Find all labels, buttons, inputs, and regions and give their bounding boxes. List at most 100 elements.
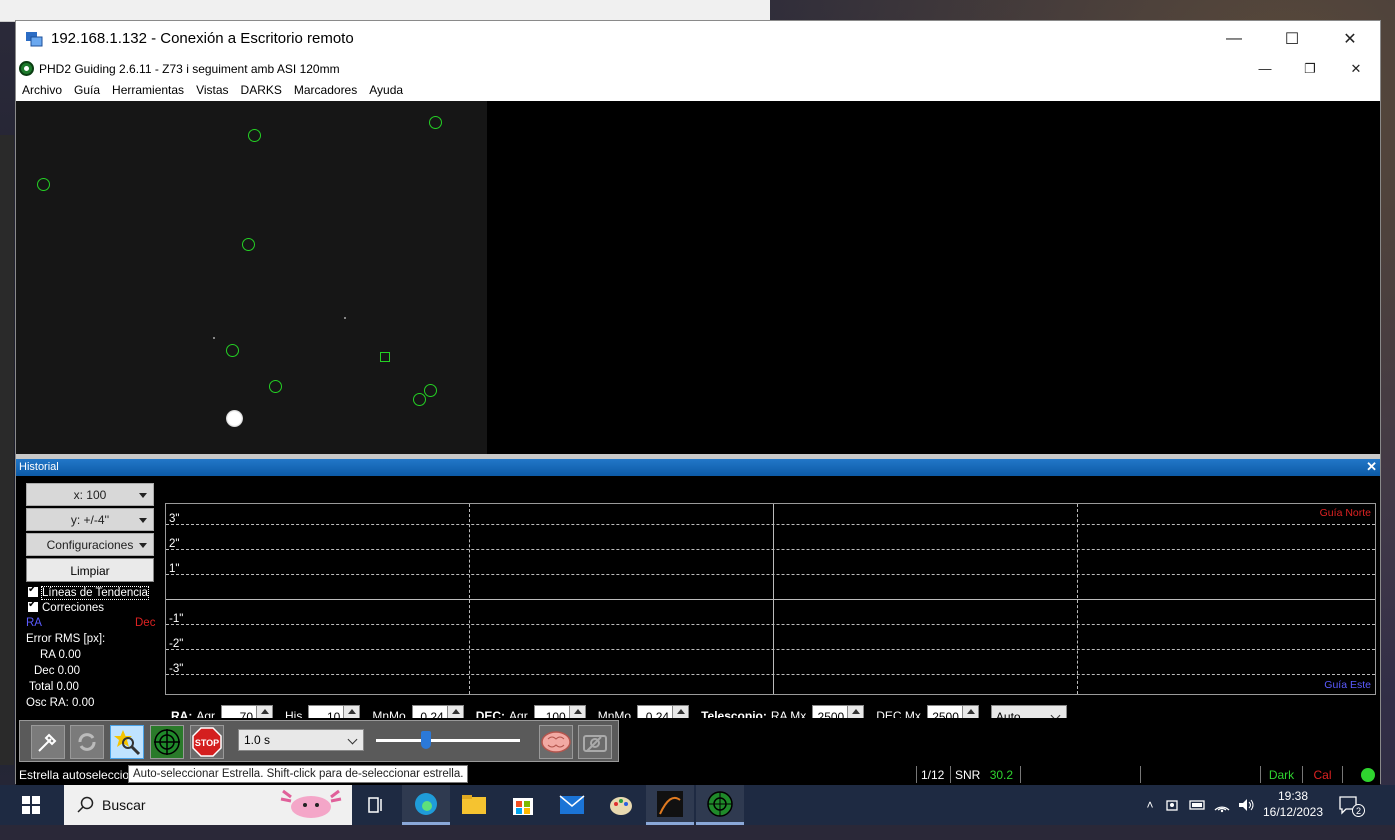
ra-legend: RA: [26, 617, 42, 629]
battery-plug-icon[interactable]: [1188, 796, 1208, 814]
rms-title: Error RMS [px]:: [26, 633, 106, 645]
trend-lines-checkbox[interactable]: Líneas de Tendencia: [28, 584, 149, 600]
store-icon: [513, 798, 533, 815]
gamma-slider-thumb[interactable]: [421, 731, 432, 749]
guide-history-graph[interactable]: 3" 2" 1" -1" -2" -3" Guía Norte Guía Est…: [165, 503, 1376, 695]
exposure-select[interactable]: 1.0 s: [238, 729, 364, 751]
corrections-checkbox[interactable]: Correciones: [28, 599, 104, 614]
status-led-icon: [1361, 768, 1375, 782]
phd2-close-button[interactable]: ✕: [1333, 57, 1379, 80]
star: [213, 337, 215, 339]
taskbar-astro-app[interactable]: [646, 785, 694, 825]
taskbar-paint[interactable]: [597, 785, 645, 825]
history-panel: x: 100 y: +/-4'' Configuraciones Limpiar…: [16, 476, 1380, 727]
remote-desktop-icon: [26, 32, 43, 47]
taskbar-clock[interactable]: 19:38 16/12/2023: [1258, 788, 1328, 820]
notification-center-button[interactable]: 2: [1338, 785, 1365, 825]
star-candidate-marker: [242, 238, 255, 251]
settings-label: Configuraciones: [46, 538, 134, 552]
auto-select-star-button[interactable]: [110, 725, 144, 759]
windows-logo-icon: [22, 796, 40, 814]
minimize-button[interactable]: —: [1205, 21, 1263, 57]
advanced-settings-button[interactable]: [539, 725, 573, 759]
menu-darks[interactable]: DARKS: [235, 80, 288, 101]
menu-herramientas[interactable]: Herramientas: [106, 80, 190, 101]
dark-indicator: Dark: [1260, 766, 1302, 783]
star-candidate-marker: [424, 384, 437, 397]
phd2-title: PHD2 Guiding 2.6.11 - Z73 i seguiment am…: [39, 62, 340, 76]
paint-icon: [610, 797, 632, 815]
menu-vistas[interactable]: Vistas: [190, 80, 234, 101]
maximize-button[interactable]: ☐: [1263, 21, 1321, 57]
phd2-titlebar: PHD2 Guiding 2.6.11 - Z73 i seguiment am…: [16, 57, 1380, 80]
taskbar-search[interactable]: Buscar: [64, 785, 352, 825]
camera-settings-button[interactable]: [578, 725, 612, 759]
meet-now-icon[interactable]: [1164, 796, 1184, 814]
stop-icon: STOP: [192, 727, 222, 757]
task-view-button[interactable]: [352, 785, 400, 825]
trend-lines-label: Líneas de Tendencia: [41, 586, 149, 600]
x-scale-dropdown[interactable]: x: 100: [26, 483, 154, 506]
corrections-label: Correciones: [42, 602, 104, 614]
menu-marcadores[interactable]: Marcadores: [288, 80, 363, 101]
taskbar-edge[interactable]: [402, 785, 450, 825]
gridline: [166, 574, 1375, 575]
menu-ayuda[interactable]: Ayuda: [363, 80, 409, 101]
menu-archivo[interactable]: Archivo: [16, 80, 68, 101]
y-scale-value: y: +/-4'': [70, 513, 110, 527]
loop-icon: [78, 733, 96, 751]
brain-icon: [541, 731, 571, 753]
tooltip: Auto-seleccionar Estrella. Shift-click p…: [128, 765, 469, 783]
chevron-down-icon: [139, 543, 147, 548]
loop-button[interactable]: [70, 725, 104, 759]
usb-connect-icon: [38, 733, 57, 752]
search-icon: [77, 796, 94, 813]
wifi-icon[interactable]: [1212, 796, 1232, 814]
gridline-vertical-center: [773, 504, 774, 694]
y-scale-dropdown[interactable]: y: +/-4'': [26, 508, 154, 531]
taskbar-store[interactable]: [499, 785, 547, 825]
snr-value: 30.2: [989, 768, 1014, 782]
status-cell-empty: [1140, 766, 1260, 783]
star-candidate-marker: [269, 380, 282, 393]
settings-dropdown[interactable]: Configuraciones: [26, 533, 154, 556]
phd2-restore-button[interactable]: ❐: [1287, 57, 1333, 80]
checkbox-checked-icon: [28, 599, 38, 612]
phd2-minimize-button[interactable]: —: [1242, 57, 1288, 80]
start-button[interactable]: [0, 785, 62, 825]
taskbar-phd2[interactable]: [696, 785, 744, 825]
usb-connect-button[interactable]: [31, 725, 65, 759]
close-button[interactable]: ✕: [1321, 21, 1379, 57]
cal-indicator: Cal: [1302, 766, 1342, 783]
history-close-button[interactable]: ✕: [1366, 459, 1377, 475]
clear-button[interactable]: Limpiar: [26, 558, 154, 582]
stop-button[interactable]: STOP: [190, 725, 224, 759]
chevron-up-icon[interactable]: ˄: [1140, 798, 1160, 812]
status-bar: Estrella autoseleccio Auto-seleccionar E…: [16, 764, 1380, 785]
gamma-slider-track[interactable]: [376, 739, 520, 742]
rms-dec: Dec 0.00: [34, 665, 81, 677]
gridline: [166, 649, 1375, 650]
clock-time: 19:38: [1277, 789, 1309, 803]
taskbar-file-explorer[interactable]: [450, 785, 498, 825]
taskbar-mail[interactable]: [548, 785, 596, 825]
star-candidate-marker: [226, 344, 239, 357]
guide-icon: [154, 729, 180, 755]
camera-settings-icon: [583, 735, 607, 752]
frame-counter: 1/12: [916, 766, 948, 783]
y-tick-label: 1": [169, 563, 180, 575]
menu-guia[interactable]: Guía: [68, 80, 106, 101]
clock-date: 16/12/2023: [1262, 805, 1324, 819]
volume-icon[interactable]: [1236, 796, 1256, 814]
guide-button[interactable]: [150, 725, 184, 759]
gridline: [166, 624, 1375, 625]
snr-label: SNR: [955, 768, 981, 782]
remote-desktop-title: 192.168.1.132 - Conexión a Escritorio re…: [51, 30, 354, 47]
auto-select-star-icon: [114, 730, 141, 756]
camera-image-pane[interactable]: [16, 101, 487, 454]
task-view-icon: [368, 797, 382, 813]
chevron-down-icon: [139, 493, 147, 498]
osc-ra: Osc RA: 0.00: [26, 697, 95, 709]
axolotl-decoration-icon: [280, 789, 342, 818]
x-scale-value: x: 100: [73, 488, 107, 502]
